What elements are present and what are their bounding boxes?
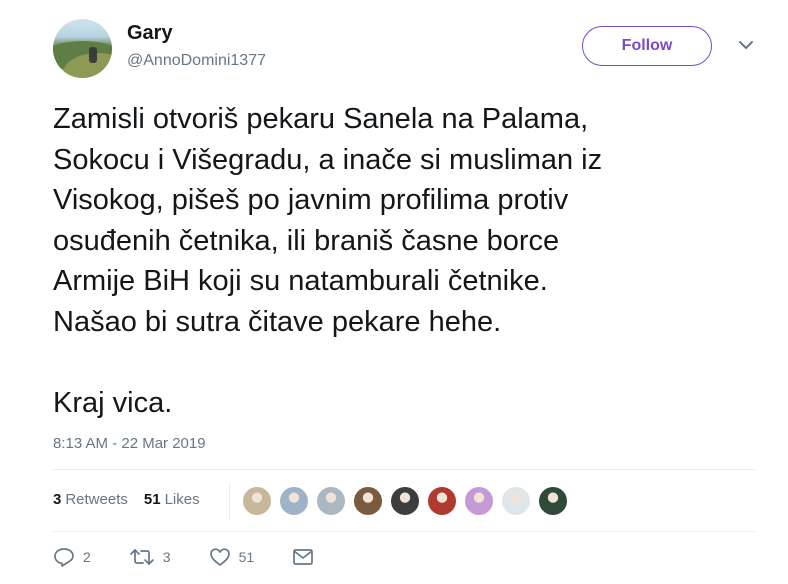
retweet-icon [129, 549, 154, 565]
liker-avatar[interactable] [241, 485, 273, 517]
heart-icon [209, 548, 230, 566]
like-button[interactable]: 51 [209, 547, 255, 567]
likes-stat[interactable]: 51 Likes [144, 491, 200, 508]
tweet-timestamp[interactable]: 8:13 AM - 22 Mar 2019 [53, 435, 206, 452]
reply-icon [54, 548, 74, 567]
likes-count: 51 [143, 491, 161, 508]
message-button[interactable] [292, 547, 314, 567]
liker-avatar[interactable] [389, 485, 421, 517]
reply-count: 2 [83, 549, 91, 565]
liker-avatar[interactable] [352, 485, 384, 517]
avatar[interactable] [53, 19, 112, 78]
user-name[interactable]: Gary [127, 22, 173, 45]
liker-avatar[interactable] [315, 485, 347, 517]
liker-avatar[interactable] [500, 485, 532, 517]
liker-avatars [241, 485, 569, 517]
retweet-count: 3 [162, 549, 171, 565]
liker-avatar[interactable] [426, 485, 458, 517]
divider [53, 469, 755, 470]
stats-divider [229, 483, 230, 519]
like-count: 51 [238, 549, 255, 565]
retweets-label: Retweets [65, 491, 128, 508]
user-handle[interactable]: @AnnoDomini1377 [127, 52, 266, 70]
retweets-stat[interactable]: 3 Retweets [53, 491, 128, 508]
chevron-down-icon[interactable] [737, 38, 755, 52]
retweet-button[interactable]: 3 [129, 547, 171, 567]
retweets-count: 3 [53, 491, 62, 508]
tweet-stats: 3 Retweets 51 Likes [53, 491, 200, 508]
follow-button[interactable]: Follow [582, 26, 712, 66]
avatar-person [89, 47, 97, 63]
divider [53, 531, 755, 532]
reply-button[interactable]: 2 [53, 547, 91, 567]
tweet-actions: 2 3 51 [53, 547, 352, 567]
likes-label: Likes [164, 491, 200, 508]
liker-avatar[interactable] [537, 485, 569, 517]
liker-avatar[interactable] [463, 485, 495, 517]
message-icon [293, 549, 314, 565]
tweet-text: Zamisli otvoriš pekaru Sanela na Palama,… [53, 103, 603, 419]
liker-avatar[interactable] [278, 485, 310, 517]
